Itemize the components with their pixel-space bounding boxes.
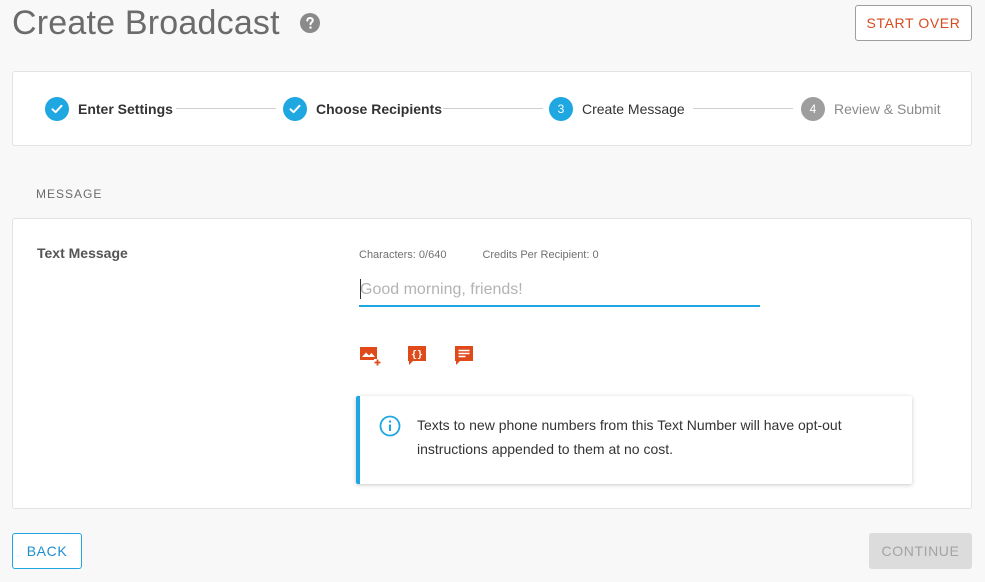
field-label: Text Message (37, 245, 128, 261)
step-review-submit[interactable]: 4 Review & Submit (801, 96, 941, 122)
message-card: Text Message Characters: 0/640 Credits P… (12, 218, 972, 509)
step-label: Review & Submit (834, 101, 941, 117)
check-icon (45, 97, 69, 121)
start-over-button[interactable]: START OVER (855, 5, 972, 41)
page-title: Create Broadcast (12, 4, 280, 42)
info-circle-icon (379, 415, 401, 437)
step-connector (176, 108, 276, 109)
template-icon[interactable] (453, 344, 475, 366)
step-enter-settings[interactable]: Enter Settings (45, 96, 173, 122)
back-button[interactable]: BACK (12, 533, 82, 569)
credits-count: Credits Per Recipient: 0 (482, 249, 599, 261)
step-number-badge: 4 (801, 97, 825, 121)
page: Create Broadcast START OVER Enter Settin… (0, 0, 985, 582)
step-create-message[interactable]: 3 Create Message (549, 96, 685, 122)
svg-text:{}: {} (411, 350, 423, 361)
section-label: MESSAGE (36, 187, 103, 201)
step-label: Create Message (582, 101, 685, 117)
info-notice: Texts to new phone numbers from this Tex… (356, 396, 912, 484)
progress-stepper: Enter Settings Choose Recipients 3 Creat… (12, 71, 972, 146)
step-number-badge: 3 (549, 97, 573, 121)
character-count: Characters: 0/640 (359, 249, 447, 261)
question-circle-icon[interactable] (300, 13, 320, 33)
insert-variable-icon[interactable]: {} (406, 344, 428, 366)
step-label: Choose Recipients (316, 101, 443, 117)
info-text: Texts to new phone numbers from this Tex… (417, 417, 842, 457)
add-image-icon[interactable] (359, 344, 381, 366)
continue-button[interactable]: CONTINUE (869, 533, 972, 569)
check-icon (283, 97, 307, 121)
step-connector (443, 108, 543, 109)
text-cursor (360, 279, 361, 299)
step-label: Enter Settings (78, 101, 173, 117)
step-connector (693, 108, 793, 109)
message-counters: Characters: 0/640 Credits Per Recipient:… (359, 249, 599, 261)
text-message-input[interactable] (359, 275, 760, 307)
step-choose-recipients[interactable]: Choose Recipients (283, 96, 442, 122)
